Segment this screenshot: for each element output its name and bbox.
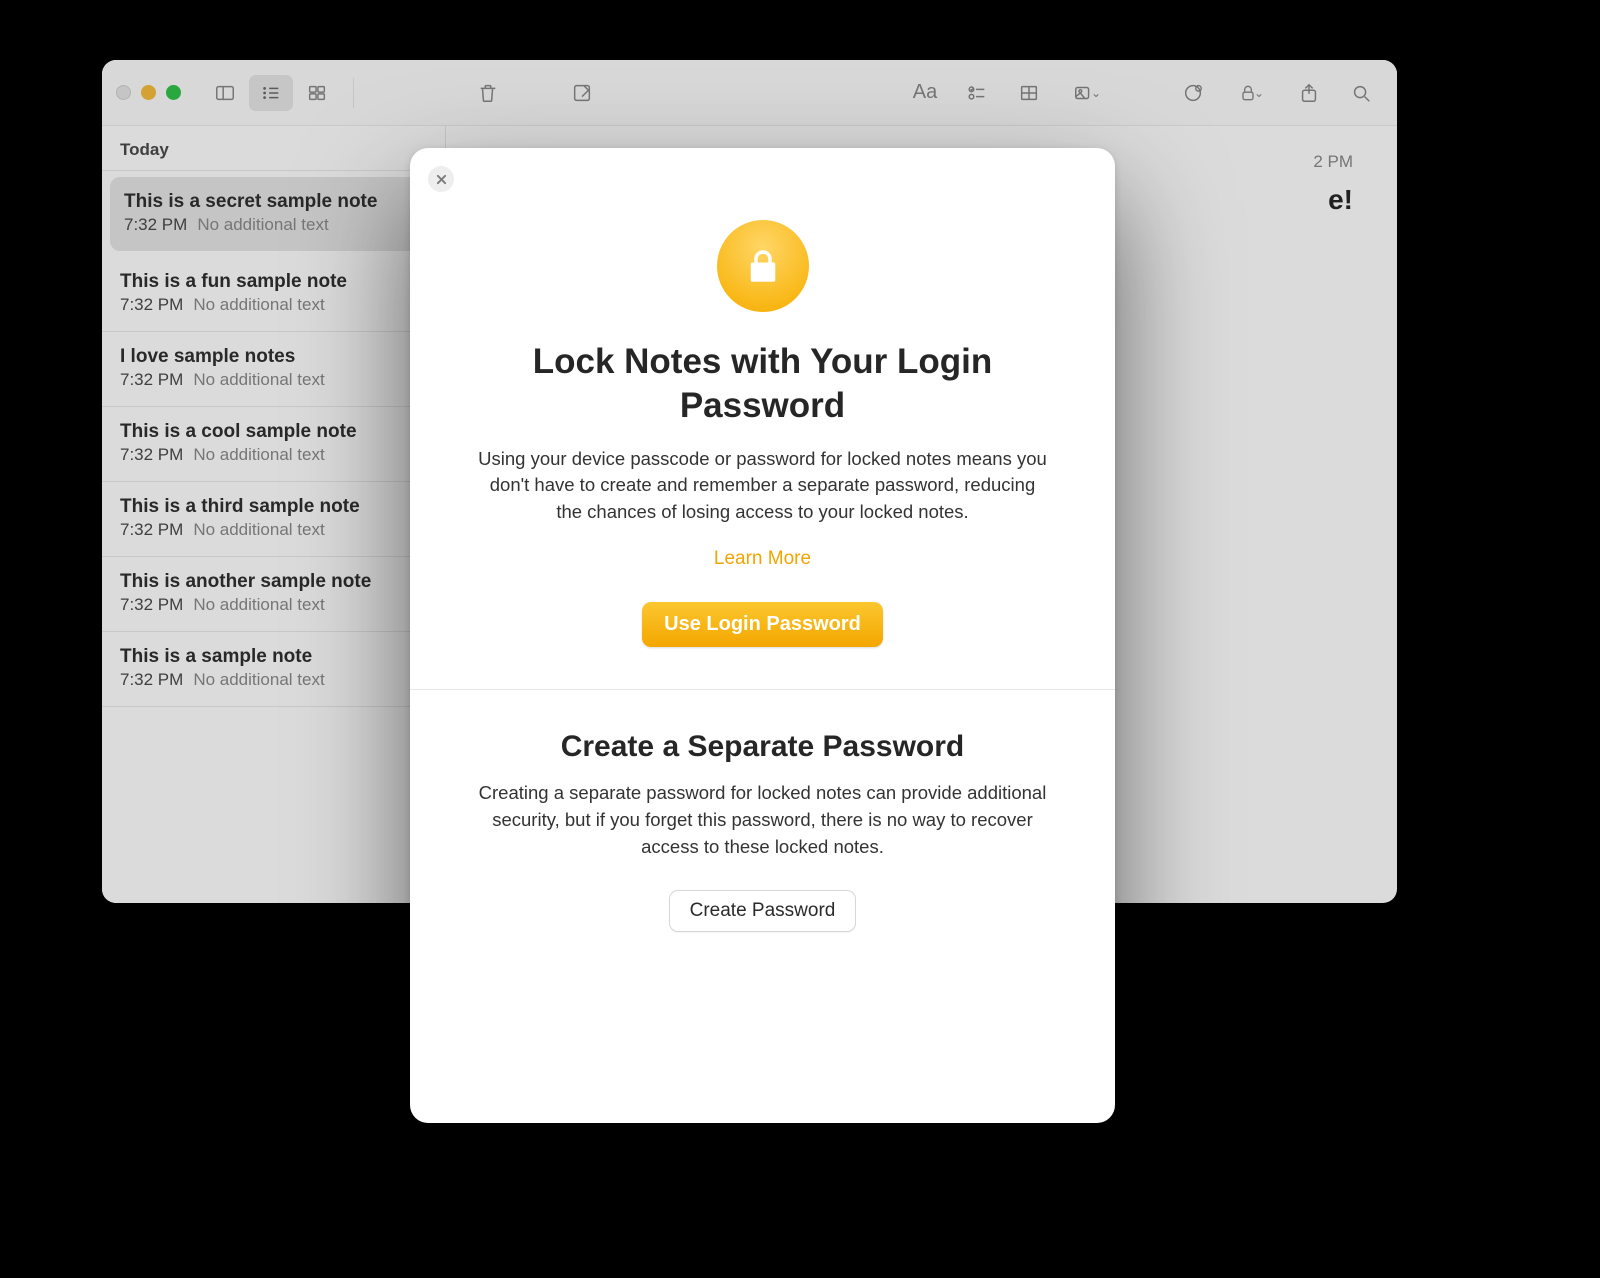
- trash-icon[interactable]: [466, 75, 510, 111]
- sheet-heading-2: Create a Separate Password: [466, 730, 1059, 764]
- note-date: 2 PM: [1313, 152, 1353, 172]
- note-item-title: This is a fun sample note: [120, 271, 427, 293]
- note-item-subline: 7:32 PM No additional text: [120, 595, 427, 615]
- use-login-password-button[interactable]: Use Login Password: [642, 602, 883, 647]
- note-item-subline: 7:32 PM No additional text: [120, 520, 427, 540]
- fullscreen-window-dot[interactable]: [166, 85, 181, 100]
- note-list-item[interactable]: This is a cool sample note7:32 PM No addi…: [102, 407, 445, 482]
- note-item-time: 7:32 PM: [120, 595, 183, 615]
- sidebar-toggle-icon[interactable]: [203, 75, 247, 111]
- gallery-view-icon[interactable]: [295, 75, 339, 111]
- note-list-item[interactable]: This is another sample note7:32 PM No add…: [102, 557, 445, 632]
- note-list-item[interactable]: This is a third sample note7:32 PM No add…: [102, 482, 445, 557]
- media-icon[interactable]: ⌄: [1059, 75, 1115, 111]
- close-icon: [436, 174, 447, 185]
- note-item-title: I love sample notes: [120, 346, 427, 368]
- compose-icon[interactable]: [560, 75, 604, 111]
- note-item-preview: No additional text: [193, 295, 324, 315]
- note-item-preview: No additional text: [193, 595, 324, 615]
- view-group: [203, 75, 339, 111]
- note-item-preview: No additional text: [197, 215, 328, 235]
- minimize-window-dot[interactable]: [141, 85, 156, 100]
- note-item-time: 7:32 PM: [120, 445, 183, 465]
- lock-icon[interactable]: ⌄: [1223, 75, 1279, 111]
- chevron-down-icon: ⌄: [1254, 86, 1264, 100]
- note-item-preview: No additional text: [193, 445, 324, 465]
- note-item-subline: 7:32 PM No additional text: [120, 370, 427, 390]
- sheet-heading-1: Lock Notes with Your Login Password: [466, 340, 1059, 428]
- note-item-subline: 7:32 PM No additional text: [120, 295, 427, 315]
- note-list-item[interactable]: This is a secret sample note7:32 PM No ad…: [110, 177, 437, 251]
- list-heading: Today: [102, 126, 445, 171]
- note-item-title: This is a third sample note: [120, 496, 427, 518]
- note-item-subline: 7:32 PM No additional text: [120, 670, 427, 690]
- note-item-time: 7:32 PM: [120, 520, 183, 540]
- sheet-body-2: Creating a separate password for locked …: [478, 780, 1048, 860]
- close-sheet-button[interactable]: [428, 166, 454, 192]
- toolbar: Aa ⌄ ⌄: [102, 60, 1397, 126]
- traffic-lights: [116, 85, 181, 100]
- share-icon[interactable]: [1287, 75, 1331, 111]
- note-item-title: This is another sample note: [120, 571, 427, 593]
- note-item-title: This is a cool sample note: [120, 421, 427, 443]
- note-item-preview: No additional text: [193, 370, 324, 390]
- search-icon[interactable]: [1339, 75, 1383, 111]
- note-item-time: 7:32 PM: [120, 295, 183, 315]
- note-list-item[interactable]: This is a fun sample note7:32 PM No addit…: [102, 257, 445, 332]
- note-item-time: 7:32 PM: [124, 215, 187, 235]
- format-text-icon[interactable]: Aa: [903, 75, 947, 111]
- link-note-icon[interactable]: [1171, 75, 1215, 111]
- note-item-time: 7:32 PM: [120, 370, 183, 390]
- note-item-preview: No additional text: [193, 520, 324, 540]
- note-item-title: This is a sample note: [120, 646, 427, 668]
- note-list-item[interactable]: I love sample notes7:32 PM No additional …: [102, 332, 445, 407]
- learn-more-link[interactable]: Learn More: [466, 548, 1059, 570]
- lock-notes-sheet: Lock Notes with Your Login Password Usin…: [410, 148, 1115, 1123]
- note-item-subline: 7:32 PM No additional text: [124, 215, 423, 235]
- note-title-fragment: e!: [1328, 184, 1353, 216]
- chevron-down-icon: ⌄: [1091, 86, 1101, 100]
- checklist-icon[interactable]: [955, 75, 999, 111]
- sheet-divider: [410, 689, 1115, 690]
- close-window-dot[interactable]: [116, 85, 131, 100]
- list-view-icon[interactable]: [249, 75, 293, 111]
- note-item-title: This is a secret sample note: [124, 191, 423, 213]
- lock-badge-icon: [717, 220, 809, 312]
- table-icon[interactable]: [1007, 75, 1051, 111]
- notes-list-column: Today This is a secret sample note7:32 P…: [102, 126, 446, 903]
- sheet-body-1: Using your device passcode or password f…: [478, 446, 1048, 526]
- note-item-time: 7:32 PM: [120, 670, 183, 690]
- note-list-item[interactable]: This is a sample note7:32 PM No additiona…: [102, 632, 445, 707]
- create-password-button[interactable]: Create Password: [669, 890, 857, 932]
- note-item-preview: No additional text: [193, 670, 324, 690]
- note-item-subline: 7:32 PM No additional text: [120, 445, 427, 465]
- toolbar-separator: [353, 78, 354, 108]
